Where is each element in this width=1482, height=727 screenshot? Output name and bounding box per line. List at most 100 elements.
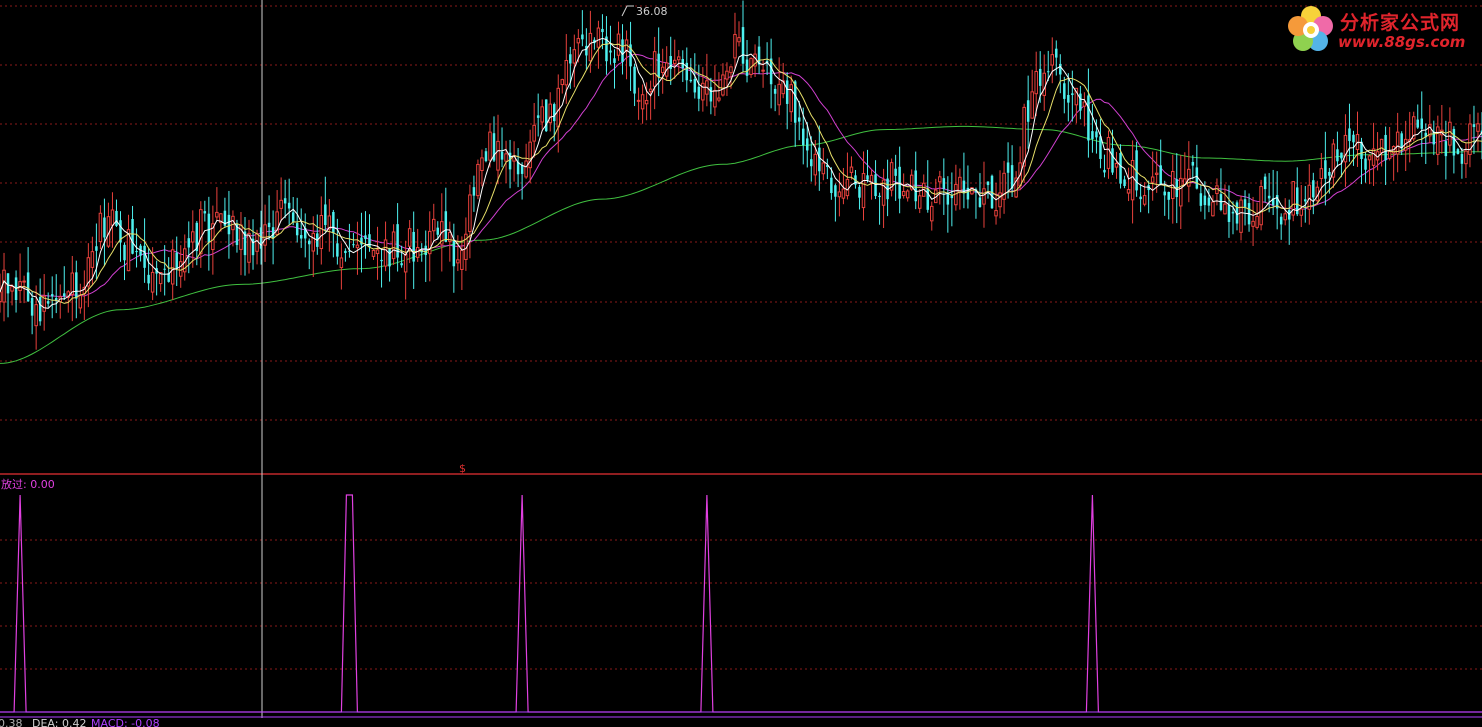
candle-body-down xyxy=(1191,161,1195,166)
candle-body-up xyxy=(845,178,850,197)
candle-body-up xyxy=(1255,215,1259,228)
candle-body-down xyxy=(1111,148,1114,173)
candle-body-down xyxy=(633,66,636,94)
candle-body-down xyxy=(858,186,861,198)
candle-body-down xyxy=(1059,63,1062,75)
candle-body-up xyxy=(504,153,508,162)
candle-body-down xyxy=(1416,119,1419,128)
candle-body-down xyxy=(1010,165,1014,189)
candle-body-up xyxy=(1042,72,1046,96)
candle-body-up xyxy=(524,160,528,178)
candle-body-up xyxy=(1448,121,1452,146)
candle-body-up xyxy=(34,304,38,327)
candle-body-down xyxy=(1167,191,1170,200)
candle-body-down xyxy=(131,219,134,254)
candle-body-down xyxy=(1103,169,1106,173)
candle-body-up xyxy=(725,70,729,80)
candle-body-down xyxy=(978,197,982,208)
candle-body-up xyxy=(0,291,2,303)
candle-body-up xyxy=(1050,54,1055,66)
candle-body-down xyxy=(26,272,30,302)
candle-body-up xyxy=(701,82,705,101)
candle-body-down xyxy=(986,181,990,186)
candle-body-down xyxy=(1067,94,1070,103)
candle-body-down xyxy=(1123,179,1126,187)
candle-body-up xyxy=(861,173,866,209)
indicator-label: 放过: 0.00 xyxy=(1,477,55,491)
candle-body-up xyxy=(1239,199,1243,233)
candle-body-down xyxy=(388,248,391,267)
candle-body-down xyxy=(802,128,805,146)
candle-body-up xyxy=(998,192,1002,208)
candle-body-up xyxy=(572,49,577,64)
candle-body-down xyxy=(1267,195,1271,199)
candle-body-up xyxy=(1154,172,1159,175)
candle-body-down xyxy=(1026,100,1030,122)
candle-body-up xyxy=(648,88,653,92)
candle-body-up xyxy=(1211,201,1215,217)
candle-body-down xyxy=(135,251,138,253)
candle-body-up xyxy=(476,163,480,197)
candle-body-up xyxy=(355,244,360,249)
candle-body-up xyxy=(215,211,219,218)
candle-body-up xyxy=(407,228,412,247)
candle-body-up xyxy=(938,176,942,183)
candle-body-down xyxy=(6,273,10,294)
candle-body-down xyxy=(1324,160,1327,179)
candle-body-down xyxy=(400,263,403,266)
candle-body-up xyxy=(564,60,569,86)
candle-body-up xyxy=(596,27,601,48)
candle-body-up xyxy=(1034,70,1038,95)
candle-body-down xyxy=(38,296,42,322)
candle-body-up xyxy=(713,89,717,108)
candle-body-up xyxy=(1436,126,1440,155)
candle-body-down xyxy=(806,138,809,151)
candle-body-up xyxy=(1106,136,1111,169)
candle-body-down xyxy=(1199,193,1203,206)
candle-body-down xyxy=(1006,162,1010,173)
candle-body-down xyxy=(1079,93,1082,111)
candle-body-down xyxy=(295,223,299,236)
candle-body-down xyxy=(291,212,295,223)
candle-body-down xyxy=(1227,204,1231,222)
candle-body-down xyxy=(187,238,191,248)
candle-body-down xyxy=(709,87,713,102)
candle-body-up xyxy=(488,131,492,161)
candle-body-down xyxy=(380,259,383,262)
candle-body-down xyxy=(1055,48,1058,58)
candle-body-up xyxy=(1379,138,1384,154)
candle-body-up xyxy=(150,271,155,293)
candle-body-up xyxy=(841,188,846,199)
candle-body-down xyxy=(1095,131,1098,138)
candle-body-up xyxy=(532,124,536,142)
candle-body-down xyxy=(621,39,624,63)
candle-body-down xyxy=(520,164,524,174)
candle-body-down xyxy=(601,28,604,33)
candle-body-up xyxy=(737,37,741,43)
candle-body-up xyxy=(1319,168,1324,179)
candle-body-up xyxy=(383,239,388,267)
candle-body-up xyxy=(528,141,532,169)
candle-body-down xyxy=(267,222,271,228)
candle-body-up xyxy=(1283,213,1287,221)
candle-body-up xyxy=(98,212,103,243)
candle-body-down xyxy=(793,81,797,123)
candle-body-down xyxy=(1071,93,1074,96)
candle-body-up xyxy=(636,99,641,102)
candle-body-down xyxy=(1139,196,1142,200)
candle-body-down xyxy=(227,214,231,235)
candle-body-down xyxy=(203,211,207,214)
candle-body-down xyxy=(30,298,34,316)
candle-body-up xyxy=(403,253,408,273)
candle-body-up xyxy=(1387,151,1392,159)
candle-body-up xyxy=(110,209,115,226)
candle-body-up xyxy=(178,261,183,277)
candle-body-up xyxy=(958,176,962,193)
candle-body-up xyxy=(1251,220,1255,227)
candle-body-down xyxy=(500,151,504,160)
candle-body-up xyxy=(1299,208,1304,216)
candle-body-up xyxy=(548,103,552,124)
candle-body-down xyxy=(46,301,50,304)
candle-body-down xyxy=(613,58,616,63)
candle-body-up xyxy=(432,218,436,232)
